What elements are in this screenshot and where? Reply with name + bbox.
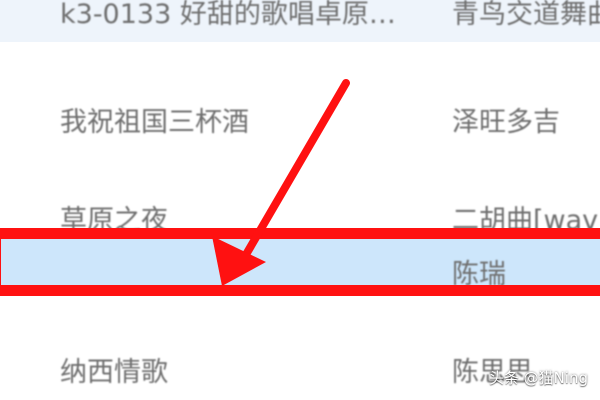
song-title: 纳西情歌: [60, 357, 168, 388]
song-title: k3-0133 好甜的歌唱卓原…: [60, 0, 396, 30]
song-artist: 青鸟交道舞曲: [452, 0, 600, 30]
song-artist: 陈瑞: [452, 259, 506, 290]
screenshot-stage: k3-0133 好甜的歌唱卓原… 青鸟交道舞曲 我祝祖国三杯酒 泽旺多吉 草原之…: [0, 0, 600, 400]
song-title: 我祝祖国三杯酒: [60, 107, 249, 138]
song-artist: 泽旺多吉: [452, 107, 560, 138]
song-row[interactable]: 草原之夜 二胡曲[wav: [0, 186, 600, 238]
song-list: k3-0133 好甜的歌唱卓原… 青鸟交道舞曲 我祝祖国三杯酒 泽旺多吉 草原之…: [0, 0, 600, 400]
watermark-text: 头条 @猫Ning: [488, 369, 588, 387]
song-row-selected[interactable]: 陈瑞: [0, 238, 600, 294]
song-title: 草原之夜: [60, 205, 168, 236]
song-row[interactable]: k3-0133 好甜的歌唱卓原… 青鸟交道舞曲: [0, 0, 600, 42]
song-artist: 二胡曲[wav: [452, 205, 599, 236]
song-row[interactable]: 我祝祖国三杯酒 泽旺多吉: [0, 86, 600, 146]
